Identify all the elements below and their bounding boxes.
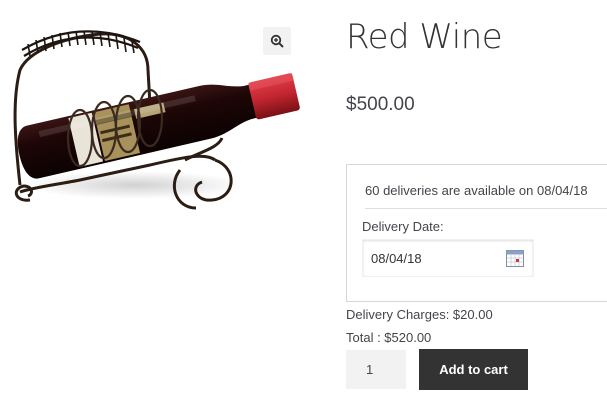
product-price: $500.00 <box>346 94 415 115</box>
quantity-input[interactable] <box>346 350 406 389</box>
delivery-date-field[interactable]: 08/04/18 <box>362 239 534 277</box>
product-title: Red Wine <box>346 17 503 57</box>
product-image[interactable] <box>0 20 305 220</box>
delivery-panel: 60 deliveries are available on 08/04/18 … <box>346 164 607 302</box>
add-to-cart-button[interactable]: Add to cart <box>419 349 528 390</box>
delivery-charges: Delivery Charges: $20.00 <box>346 307 493 322</box>
magnifier-plus-icon <box>270 34 284 48</box>
order-total: Total : $520.00 <box>346 330 432 345</box>
delivery-date-label: Delivery Date: <box>362 219 444 234</box>
calendar-icon[interactable] <box>506 250 524 267</box>
delivery-date-value: 08/04/18 <box>371 250 422 266</box>
zoom-button[interactable] <box>263 27 291 55</box>
availability-text: 60 deliveries are available on 08/04/18 <box>365 183 607 209</box>
